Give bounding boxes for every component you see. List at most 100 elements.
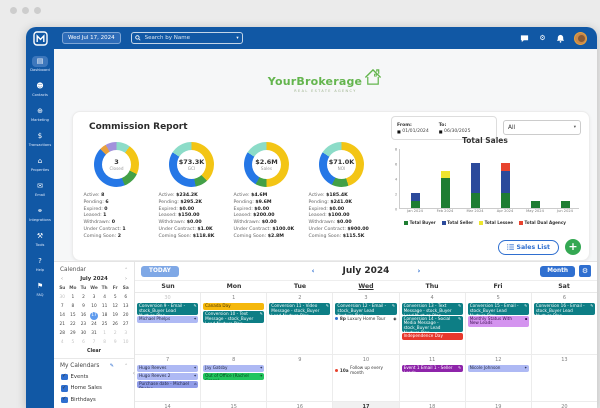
calendar-event[interactable]: Independence Day (401, 333, 463, 340)
calendar-event[interactable]: Conversion 10 - Text Message - stock_Buy… (203, 311, 265, 323)
mini-day[interactable]: 15 (68, 311, 79, 320)
edit-calendars-icon[interactable]: ✎ (110, 363, 114, 369)
day-cell-20[interactable]: 20 (532, 402, 597, 408)
add-sale-button[interactable]: + (565, 239, 581, 255)
calendar-event[interactable]: Conversion 12 - Email - stock_Buyer Lead… (335, 303, 397, 315)
day-cell-7[interactable]: 7 Hugo Reeves ✦ Hugo Reeves 2 ✦ Purchase date… (135, 355, 202, 401)
calendar-event[interactable]: Canada Day (203, 303, 265, 310)
day-cell-15[interactable]: 15Monthly Commission Review▪ (201, 402, 268, 408)
next-month-icon[interactable]: › (125, 276, 127, 282)
user-avatar[interactable] (574, 31, 587, 45)
day-cell-6[interactable]: 6 Conversion 16 - Email - stock_Buyer Lea… (532, 293, 597, 354)
day-cell-2[interactable]: 2 Conversion 11 - Video Message - stock_B… (267, 293, 334, 354)
calendar-event[interactable]: Conversion 9 - Email - stock_Buyer Lead … (137, 303, 199, 315)
calendar-event[interactable]: Conversion 15 - Email - stock_Buyer Lead… (467, 303, 529, 315)
mini-day[interactable]: 19 (110, 311, 121, 320)
day-cell-17[interactable]: 17 (333, 402, 400, 408)
mini-day[interactable]: 9 (78, 302, 89, 311)
mini-day[interactable]: 9 (110, 338, 121, 347)
calendar-event[interactable]: 10a Follow up every month (335, 365, 396, 375)
calendar-toggle-events[interactable]: ✓ Events (54, 371, 134, 383)
mini-day[interactable]: 28 (57, 329, 68, 338)
mini-day[interactable]: 14 (57, 311, 68, 320)
checkbox-checked-icon[interactable]: ✓ (61, 385, 68, 392)
settings-icon[interactable]: ⚙ (538, 34, 547, 43)
calendar-settings-icon[interactable]: ⚙ (579, 265, 591, 277)
mini-day[interactable]: 8 (99, 338, 110, 347)
mini-day[interactable]: 10 (120, 338, 131, 347)
mini-day[interactable]: 12 (110, 302, 121, 311)
day-cell-3[interactable]: 3 Conversion 12 - Email - stock_Buyer Lea… (333, 293, 400, 354)
search-box[interactable]: ▾ (130, 32, 243, 44)
from-date-field[interactable]: ■ 01/01/2024 (397, 129, 429, 134)
collapse-icon[interactable]: ⌃ (124, 364, 128, 369)
mini-day[interactable]: 2 (78, 293, 89, 302)
mini-day[interactable]: 17 (89, 311, 100, 320)
date-button[interactable]: Wed Jul 17, 2024 (62, 32, 121, 44)
calendar-event[interactable]: Conversion 14 - Social Media Message - s… (401, 315, 463, 332)
collapse-icon[interactable]: ⌃ (124, 268, 128, 273)
calendar-event[interactable]: Event 1 Email 1 - Seller Leads ✎ (401, 365, 463, 372)
maximize-window-icon[interactable] (34, 7, 41, 14)
mini-day[interactable]: 21 (57, 320, 68, 329)
mini-day[interactable]: 1 (68, 293, 79, 302)
mini-day[interactable]: 3 (120, 329, 131, 338)
mini-day[interactable]: 24 (89, 320, 100, 329)
mini-day[interactable]: 4 (99, 293, 110, 302)
mini-day[interactable]: 23 (78, 320, 89, 329)
calendar-event[interactable]: Conversion 13 - Text Message - stock_Buy… (401, 303, 463, 315)
day-cell-11[interactable]: 11 Event 1 Email 1 - Seller Leads ✎ (400, 355, 466, 401)
calendar-event[interactable]: Out of Office (Rachel Green) ✈ (203, 373, 265, 380)
prev-month-icon[interactable]: ‹ (312, 267, 315, 275)
mini-day[interactable]: 25 (99, 320, 110, 329)
mini-day[interactable]: 4 (57, 338, 68, 347)
sidebar-item-email[interactable]: ✉ Email (26, 181, 54, 206)
mini-day[interactable]: 30 (57, 293, 68, 302)
mini-day[interactable]: 18 (99, 311, 110, 320)
calendar-event[interactable]: Purchase date - Michael Phelps ⌂ (137, 381, 199, 388)
mini-day[interactable]: 11 (99, 302, 110, 311)
agent-filter-select[interactable]: All ▾ (503, 120, 581, 135)
calendar-event[interactable]: Hugo Reeves 2 ✦ (137, 373, 199, 380)
search-dropdown-icon[interactable]: ▾ (236, 36, 238, 41)
search-input[interactable] (142, 34, 235, 42)
mini-day[interactable]: 26 (110, 320, 121, 329)
calendar-event[interactable]: Michael Phelps ✦ (137, 315, 199, 323)
day-cell-13[interactable]: 13 (532, 355, 597, 401)
mini-day[interactable]: 13 (120, 302, 131, 311)
mini-day[interactable]: 1 (99, 329, 110, 338)
sidebar-item-integrations[interactable]: ⚭ Integrations (26, 206, 54, 231)
day-cell-9[interactable]: 9 (267, 355, 334, 401)
day-cell-14[interactable]: 14 (135, 402, 202, 408)
close-window-icon[interactable] (10, 7, 17, 14)
calendar-event[interactable]: Conversion 16 - Email - stock_Buyer Lead… (533, 303, 595, 315)
mini-day[interactable]: 5 (110, 293, 121, 302)
mini-day[interactable]: 22 (68, 320, 79, 329)
sidebar-item-faq[interactable]: ⚑ FAQ (26, 281, 54, 306)
calendar-event[interactable]: Monthly Status With New Leads ▪ (467, 315, 529, 327)
day-cell-5[interactable]: 5 Conversion 15 - Email - stock_Buyer Lea… (466, 293, 532, 354)
mini-day[interactable]: 3 (89, 293, 100, 302)
sidebar-item-marketing[interactable]: ⊕ Marketing (26, 106, 54, 131)
mini-day[interactable]: 7 (89, 338, 100, 347)
mini-day[interactable]: 20 (120, 311, 131, 320)
sidebar-item-transactions[interactable]: $ Transactions (26, 131, 54, 156)
mini-day[interactable]: 6 (120, 293, 131, 302)
app-logo[interactable] (26, 27, 54, 49)
day-cell-18[interactable]: 18 (400, 402, 466, 408)
calendar-event[interactable]: 8p Luxury Home Tour ◉ (335, 316, 397, 321)
calendar-panel-header[interactable]: Calendar ⌃ (54, 262, 134, 275)
day-cell-30[interactable]: 30 Conversion 9 - Email - stock_Buyer Lea… (135, 293, 202, 354)
calendar-event[interactable]: Hugo Reeves ✦ (137, 365, 199, 372)
checkbox-checked-icon[interactable]: ✓ (61, 396, 68, 403)
sidebar-item-help[interactable]: ? Help (26, 256, 54, 281)
sidebar-item-contacts[interactable]: ☻ Contacts (26, 81, 54, 106)
calendar-toggle-birthdays[interactable]: ✓ Birthdays (54, 394, 134, 406)
to-date-field[interactable]: ■ 06/30/2025 (439, 129, 471, 134)
calendar-event[interactable]: Conversion 11 - Video Message - stock_Bu… (269, 303, 331, 315)
clear-button[interactable]: Clear (54, 349, 134, 354)
sidebar-item-dashboard[interactable]: ▤ Dashboard (26, 56, 54, 81)
calendar-event[interactable]: Nicole Johnson ✦ (467, 365, 529, 372)
mini-day[interactable]: 8 (68, 302, 79, 311)
mini-day[interactable]: 30 (78, 329, 89, 338)
